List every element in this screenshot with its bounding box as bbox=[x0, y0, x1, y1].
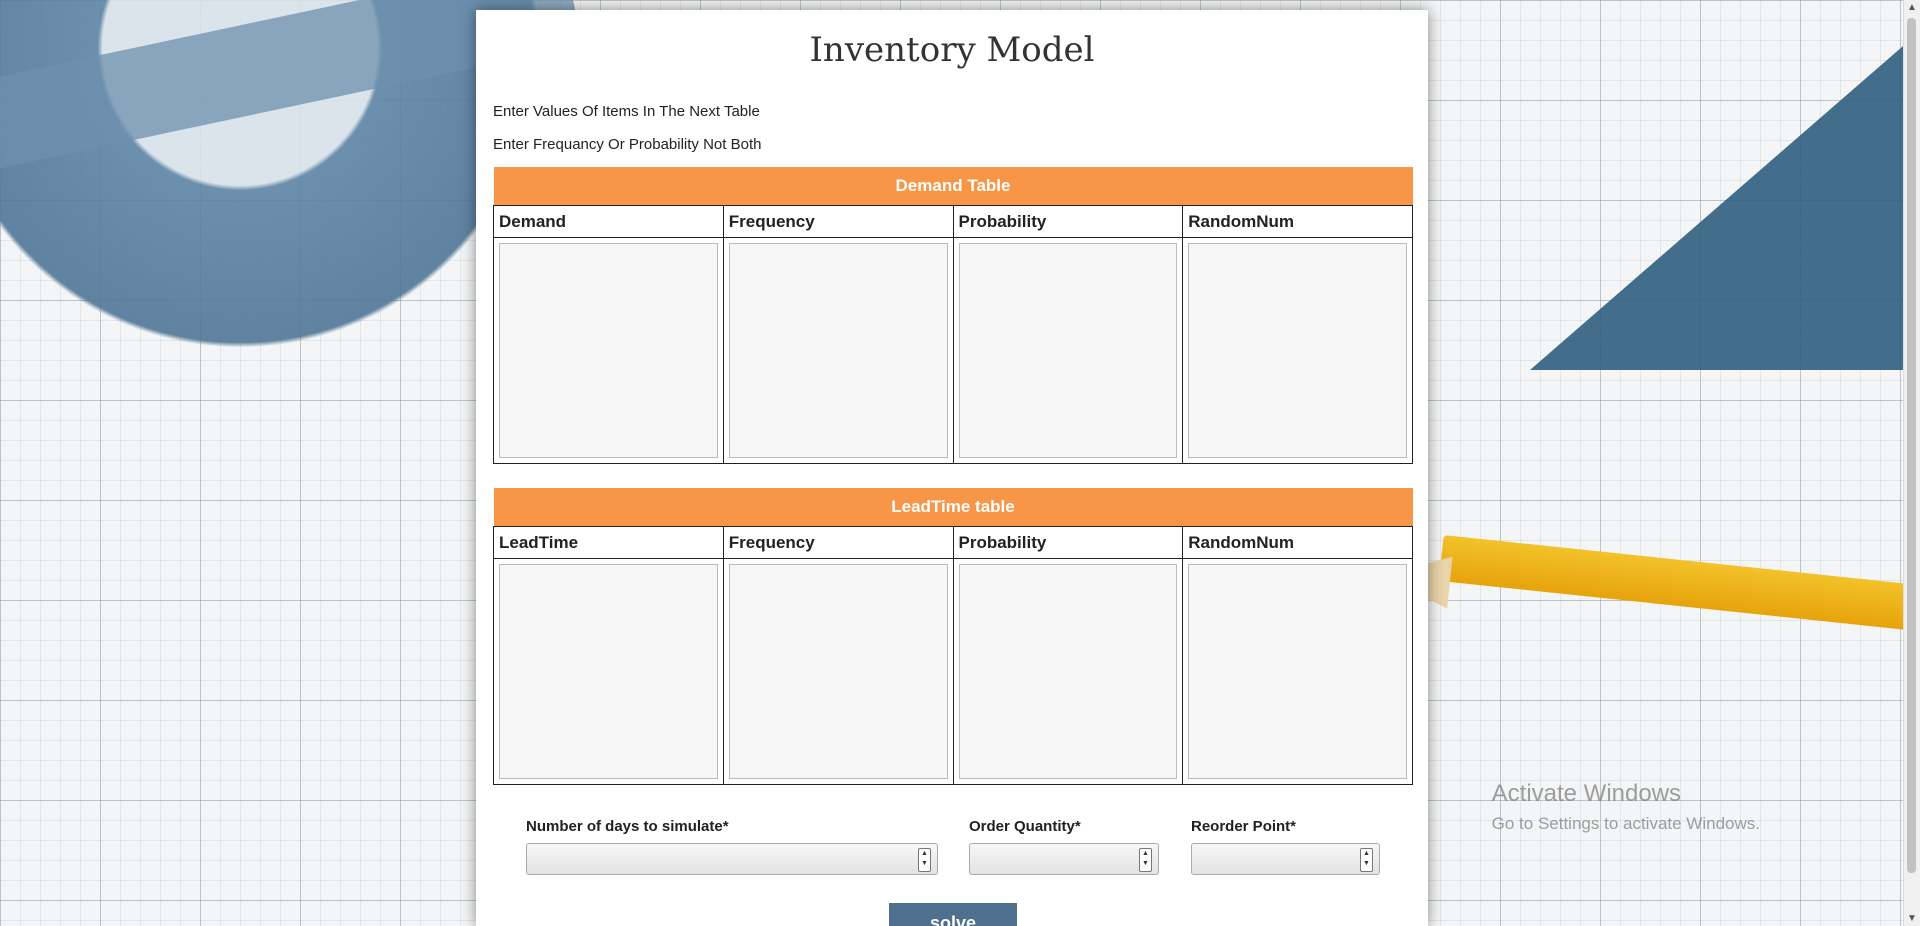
demand-column-header: Demand bbox=[493, 205, 724, 238]
leadtime-table-caption: LeadTime table bbox=[493, 488, 1413, 527]
demand-cell bbox=[493, 237, 724, 464]
days-spinner-icon[interactable]: ▲ ▼ bbox=[918, 848, 931, 872]
reorder-point-input[interactable] bbox=[1192, 844, 1379, 874]
leadtime-randomnum-column-header: RandomNum bbox=[1182, 526, 1413, 559]
days-to-simulate-box: ▲ ▼ bbox=[526, 843, 938, 875]
set-square-background-image bbox=[1530, 40, 1910, 370]
leadtime-randomnum-cell bbox=[1182, 558, 1413, 785]
leadtime-randomnum-textarea[interactable] bbox=[1188, 564, 1407, 779]
order-quantity-spinner-icon[interactable]: ▲ ▼ bbox=[1139, 848, 1152, 872]
leadtime-probability-textarea[interactable] bbox=[958, 564, 1178, 779]
reorder-point-label: Reorder Point* bbox=[1191, 818, 1297, 835]
order-quantity-input[interactable] bbox=[970, 844, 1158, 874]
vertical-scrollbar[interactable]: ▲ ▼ bbox=[1903, 0, 1920, 926]
days-to-simulate-input[interactable] bbox=[527, 844, 937, 874]
demand-frequency-cell bbox=[722, 237, 954, 464]
watermark-title: Activate Windows bbox=[1491, 780, 1682, 807]
page-title: Inventory Model bbox=[809, 30, 1095, 70]
order-quantity-field: Order Quantity* ▲ ▼ bbox=[969, 818, 1159, 875]
demand-table: Demand Table Demand Frequency Probabilit… bbox=[493, 167, 1413, 464]
instruction-values: Enter Values Of Items In The Next Table bbox=[493, 103, 760, 120]
days-to-simulate-field: Number of days to simulate* ▲ ▼ bbox=[526, 818, 938, 875]
pencil-background-image bbox=[1438, 535, 1920, 631]
leadtime-probability-cell bbox=[952, 558, 1184, 785]
demand-values-textarea[interactable] bbox=[499, 243, 718, 458]
leadtime-frequency-textarea[interactable] bbox=[728, 564, 948, 779]
leadtime-table: LeadTime table LeadTime Frequency Probab… bbox=[493, 488, 1413, 785]
demand-randomnum-column-header: RandomNum bbox=[1182, 205, 1413, 238]
scroll-up-arrow-icon[interactable]: ▲ bbox=[1907, 2, 1917, 13]
order-quantity-label: Order Quantity* bbox=[969, 818, 1081, 835]
leadtime-values-textarea[interactable] bbox=[499, 564, 718, 779]
leadtime-cell bbox=[493, 558, 724, 785]
scroll-down-arrow-icon[interactable]: ▼ bbox=[1907, 913, 1917, 924]
reorder-point-spinner-icon[interactable]: ▲ ▼ bbox=[1360, 848, 1373, 872]
inventory-model-panel: Inventory Model Enter Values Of Items In… bbox=[476, 10, 1428, 926]
reorder-point-field: Reorder Point* ▲ ▼ bbox=[1191, 818, 1380, 875]
watermark-subtitle: Go to Settings to activate Windows. bbox=[1491, 814, 1760, 833]
demand-randomnum-cell bbox=[1182, 237, 1413, 464]
leadtime-frequency-column-header: Frequency bbox=[722, 526, 954, 559]
instruction-frequency-or-probability: Enter Frequancy Or Probability Not Both bbox=[493, 136, 762, 153]
demand-frequency-textarea[interactable] bbox=[728, 243, 948, 458]
demand-randomnum-textarea[interactable] bbox=[1188, 243, 1407, 458]
demand-table-caption: Demand Table bbox=[493, 167, 1413, 206]
scrollbar-thumb[interactable] bbox=[1907, 18, 1916, 873]
leadtime-probability-column-header: Probability bbox=[952, 526, 1184, 559]
order-quantity-box: ▲ ▼ bbox=[969, 843, 1159, 875]
demand-probability-textarea[interactable] bbox=[958, 243, 1178, 458]
leadtime-frequency-cell bbox=[722, 558, 954, 785]
solve-button[interactable]: solve bbox=[889, 903, 1017, 926]
days-to-simulate-label: Number of days to simulate* bbox=[526, 818, 729, 835]
demand-probability-column-header: Probability bbox=[952, 205, 1184, 238]
demand-probability-cell bbox=[952, 237, 1184, 464]
activate-windows-watermark: Activate Windows Go to Settings to activ… bbox=[1492, 780, 1760, 834]
leadtime-column-header: LeadTime bbox=[493, 526, 724, 559]
demand-frequency-column-header: Frequency bbox=[722, 205, 954, 238]
reorder-point-box: ▲ ▼ bbox=[1191, 843, 1380, 875]
